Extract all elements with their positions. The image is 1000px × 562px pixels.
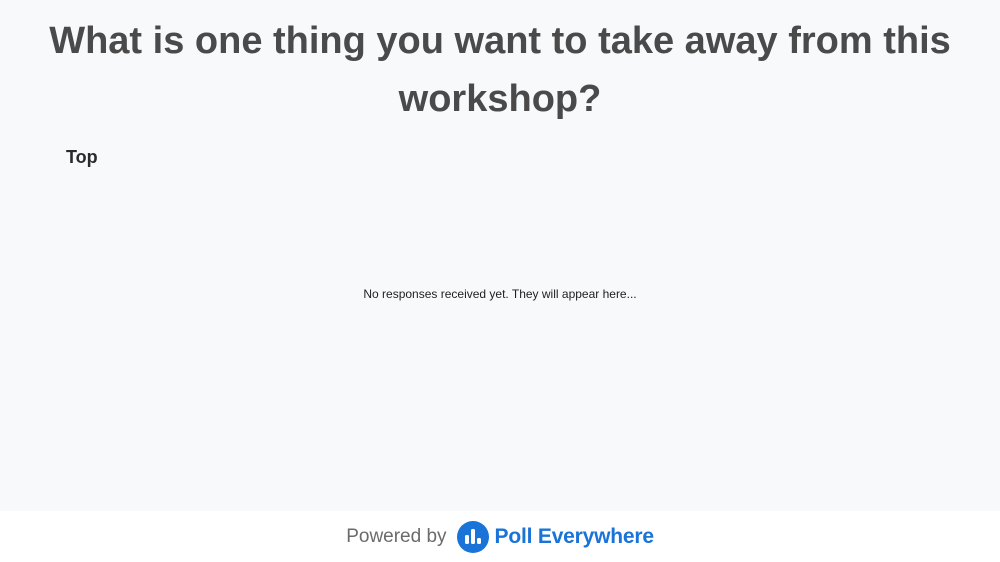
poll-results-area: What is one thing you want to take away … xyxy=(0,0,1000,511)
poll-question-title: What is one thing you want to take away … xyxy=(49,20,951,120)
poll-everywhere-logo-icon xyxy=(456,520,489,553)
brand-name: Poll Everywhere xyxy=(494,525,654,548)
sort-label-top: Top xyxy=(66,147,98,167)
powered-by-text: Powered by xyxy=(346,526,447,547)
empty-responses-message: No responses received yet. They will app… xyxy=(363,287,637,301)
footer: Powered by Poll Everywhere xyxy=(0,511,1000,562)
poll-everywhere-brand-link[interactable]: Poll Everywhere xyxy=(456,520,654,553)
